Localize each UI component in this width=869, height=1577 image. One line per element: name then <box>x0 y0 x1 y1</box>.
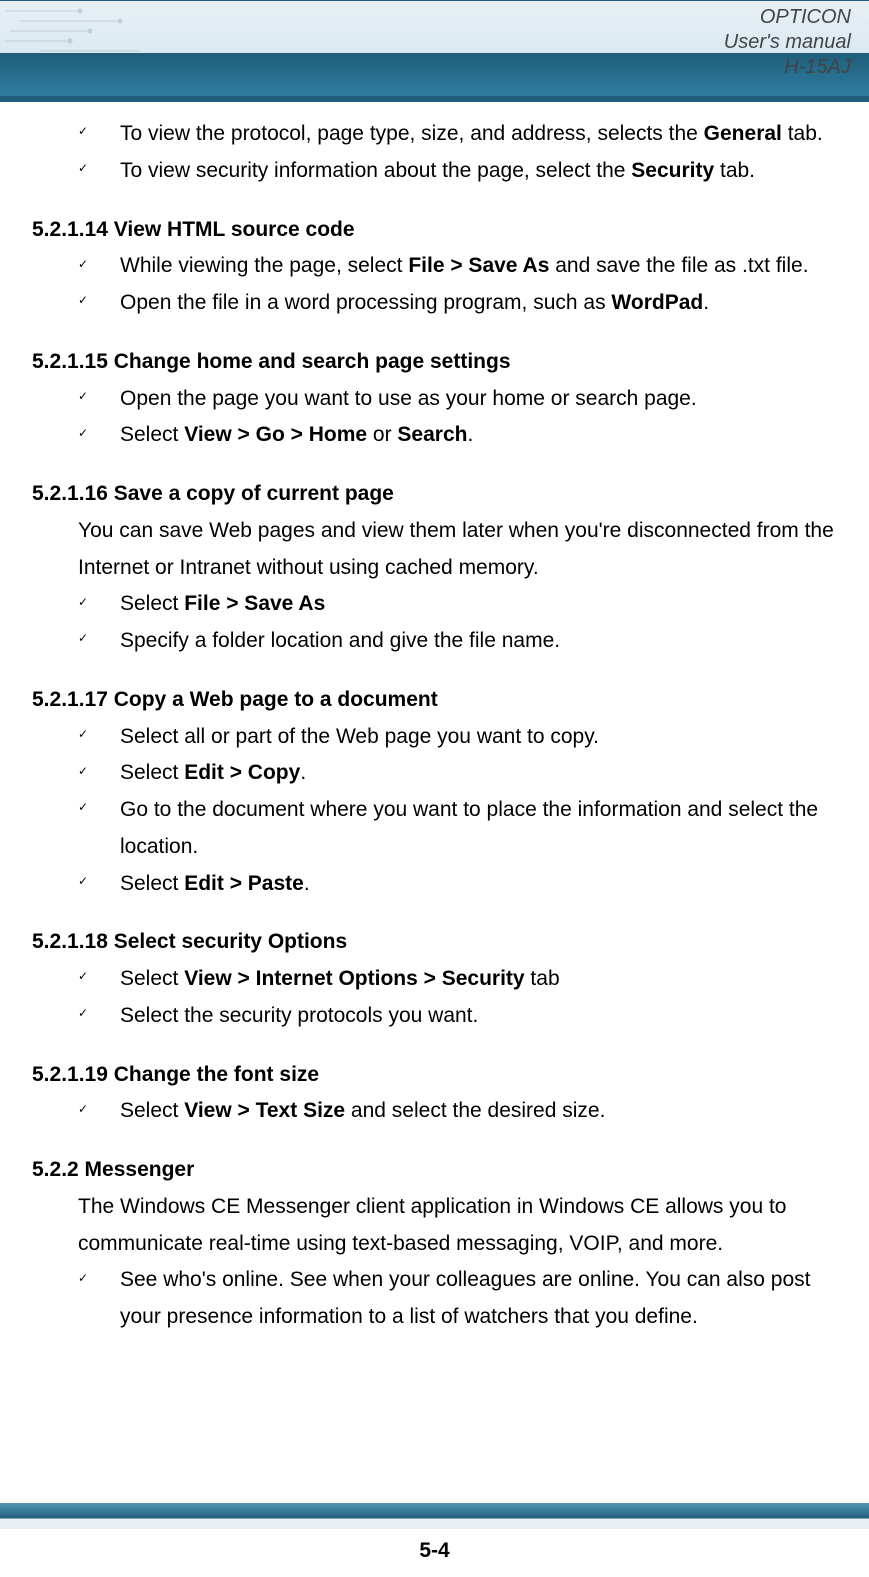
list-item: Select all or part of the Web page you w… <box>78 719 837 756</box>
section-heading: 5.2.1.14 View HTML source code <box>32 212 837 249</box>
list-item: Open the file in a word processing progr… <box>78 285 837 322</box>
section-paragraph: The Windows CE Messenger client applicat… <box>78 1189 837 1263</box>
list-text-bold: File > Save As <box>408 254 549 277</box>
section-list: Select View > Text Size and select the d… <box>78 1093 837 1130</box>
list-text-post: and select the desired size. <box>345 1099 605 1122</box>
list-text-pre: Open the page you want to use as your ho… <box>120 387 697 410</box>
header-line-1: OPTICON <box>724 5 851 30</box>
list-text-bold: View > Internet Options > Security <box>184 967 524 990</box>
list-text-pre: Specify a folder location and give the f… <box>120 629 560 652</box>
intro-list: To view the protocol, page type, size, a… <box>78 116 837 190</box>
section-list: Open the page you want to use as your ho… <box>78 381 837 455</box>
content-area: To view the protocol, page type, size, a… <box>0 102 869 1336</box>
list-text-post: or <box>367 423 397 446</box>
list-item: To view the protocol, page type, size, a… <box>78 116 837 153</box>
list-item: To view security information about the p… <box>78 153 837 190</box>
list-text-post: and save the file as .txt file. <box>549 254 808 277</box>
section-heading: 5.2.1.18 Select security Options <box>32 924 837 961</box>
list-text-bold: WordPad <box>611 291 703 314</box>
list-text-post: . <box>703 291 709 314</box>
section-list: While viewing the page, select File > Sa… <box>78 248 837 322</box>
section-heading: 5.2.1.16 Save a copy of current page <box>32 476 837 513</box>
header-line-3: H-15AJ <box>724 55 851 80</box>
list-text-pre: Select all or part of the Web page you w… <box>120 725 599 748</box>
list-text-bold2: Search <box>397 423 467 446</box>
list-item: Select View > Go > Home or Search. <box>78 417 837 454</box>
list-item: Select File > Save As <box>78 586 837 623</box>
list-text-pre: See who's online. See when your colleagu… <box>120 1268 811 1328</box>
section-list: Select View > Internet Options > Securit… <box>78 961 837 1035</box>
list-text-bold: General <box>704 122 782 145</box>
list-text-bold: Security <box>631 159 714 182</box>
page-number: 5-4 <box>0 1529 869 1577</box>
header-decorative-circuit <box>0 1 280 56</box>
list-text-post: . <box>304 872 310 895</box>
section-heading: 5.2.1.19 Change the font size <box>32 1057 837 1094</box>
header-text-block: OPTICON User's manual H-15AJ <box>724 5 851 80</box>
list-text-pre: Open the file in a word processing progr… <box>120 291 611 314</box>
list-item: Go to the document where you want to pla… <box>78 792 837 866</box>
section-list: Select File > Save As Specify a folder l… <box>78 586 837 660</box>
list-text-post: tab. <box>714 159 755 182</box>
list-text-pre: Go to the document where you want to pla… <box>120 798 818 858</box>
list-text-bold: View > Text Size <box>184 1099 345 1122</box>
list-text-pre: Select <box>120 1099 184 1122</box>
list-text-pre: To view the protocol, page type, size, a… <box>120 122 704 145</box>
section-paragraph: You can save Web pages and view them lat… <box>78 513 837 587</box>
list-text-post2: . <box>467 423 473 446</box>
list-text-pre: While viewing the page, select <box>120 254 408 277</box>
list-text-bold: View > Go > Home <box>184 423 367 446</box>
list-text-pre: Select <box>120 872 184 895</box>
list-item: Open the page you want to use as your ho… <box>78 381 837 418</box>
list-text-pre: To view security information about the p… <box>120 159 631 182</box>
list-item: While viewing the page, select File > Sa… <box>78 248 837 285</box>
list-text-pre: Select <box>120 423 184 446</box>
list-item: Select View > Internet Options > Securit… <box>78 961 837 998</box>
list-text-pre: Select the security protocols you want. <box>120 1004 478 1027</box>
list-text-pre: Select <box>120 761 184 784</box>
section-heading: 5.2.1.17 Copy a Web page to a document <box>32 682 837 719</box>
section-list: Select all or part of the Web page you w… <box>78 719 837 903</box>
list-item: Select Edit > Copy. <box>78 755 837 792</box>
list-text-bold: File > Save As <box>184 592 325 615</box>
document-page: OPTICON User's manual H-15AJ To view the… <box>0 0 869 1577</box>
footer: 5-4 <box>0 1503 869 1577</box>
list-text-post: tab. <box>782 122 823 145</box>
section-heading: 5.2.2 Messenger <box>32 1152 837 1189</box>
section-heading: 5.2.1.15 Change home and search page set… <box>32 344 837 381</box>
list-item: Specify a folder location and give the f… <box>78 623 837 660</box>
header-band: OPTICON User's manual H-15AJ <box>0 0 869 96</box>
header-line-2: User's manual <box>724 30 851 55</box>
list-text-pre: Select <box>120 592 184 615</box>
list-text-bold: Edit > Paste <box>184 872 304 895</box>
list-text-post: . <box>300 761 306 784</box>
list-text-post: tab <box>525 967 560 990</box>
footer-band <box>0 1503 869 1529</box>
list-item: Select the security protocols you want. <box>78 998 837 1035</box>
list-item: Select View > Text Size and select the d… <box>78 1093 837 1130</box>
section-list: See who's online. See when your colleagu… <box>78 1262 837 1336</box>
list-text-pre: Select <box>120 967 184 990</box>
list-item: Select Edit > Paste. <box>78 866 837 903</box>
list-text-bold: Edit > Copy <box>184 761 300 784</box>
list-item: See who's online. See when your colleagu… <box>78 1262 837 1336</box>
